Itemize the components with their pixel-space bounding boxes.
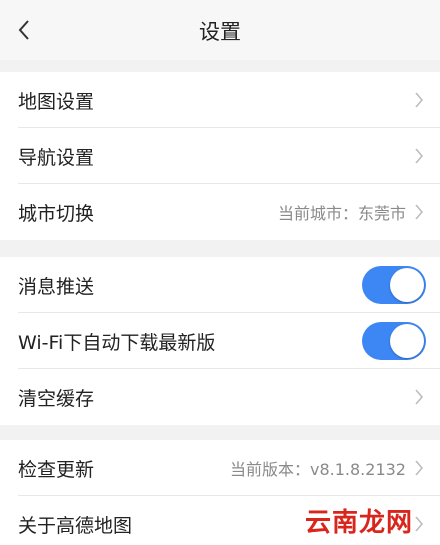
page-title: 设置	[199, 20, 241, 44]
city-switch-label: 城市切换	[18, 202, 95, 225]
check-update-label: 检查更新	[18, 458, 95, 481]
current-version-value: 当前版本：v8.1.8.2132	[230, 460, 406, 479]
settings-group-general: 消息推送 Wi-Fi下自动下载最新版 清空缓存	[0, 257, 440, 425]
site-watermark: 云南龙网	[305, 508, 414, 538]
header-bar: 设置	[0, 0, 440, 60]
chevron-right-icon	[412, 514, 426, 534]
push-notification-toggle[interactable]	[362, 266, 426, 304]
chevron-right-icon	[412, 202, 426, 222]
clear-cache-item[interactable]: 清空缓存	[0, 369, 440, 425]
map-settings-item[interactable]: 地图设置	[0, 72, 440, 128]
current-city-value: 当前城市：东莞市	[277, 204, 406, 223]
chevron-right-icon	[412, 458, 426, 478]
navigation-settings-label: 导航设置	[18, 146, 95, 169]
wifi-auto-download-label: Wi-Fi下自动下载最新版	[18, 331, 216, 354]
wifi-auto-download-toggle[interactable]	[362, 322, 426, 360]
chevron-right-icon	[412, 146, 426, 166]
push-notification-item: 消息推送	[0, 257, 440, 313]
check-update-item[interactable]: 检查更新 当前版本：v8.1.8.2132	[0, 440, 440, 496]
map-settings-label: 地图设置	[18, 90, 95, 113]
navigation-settings-item[interactable]: 导航设置	[0, 128, 440, 184]
wifi-auto-download-item: Wi-Fi下自动下载最新版	[0, 313, 440, 369]
chevron-right-icon	[412, 387, 426, 407]
clear-cache-label: 清空缓存	[18, 387, 95, 410]
settings-group-map: 地图设置 导航设置 城市切换 当前城市：东莞市	[0, 72, 440, 240]
chevron-right-icon	[412, 90, 426, 110]
push-notification-label: 消息推送	[18, 275, 95, 298]
city-switch-item[interactable]: 城市切换 当前城市：东莞市	[0, 184, 440, 240]
